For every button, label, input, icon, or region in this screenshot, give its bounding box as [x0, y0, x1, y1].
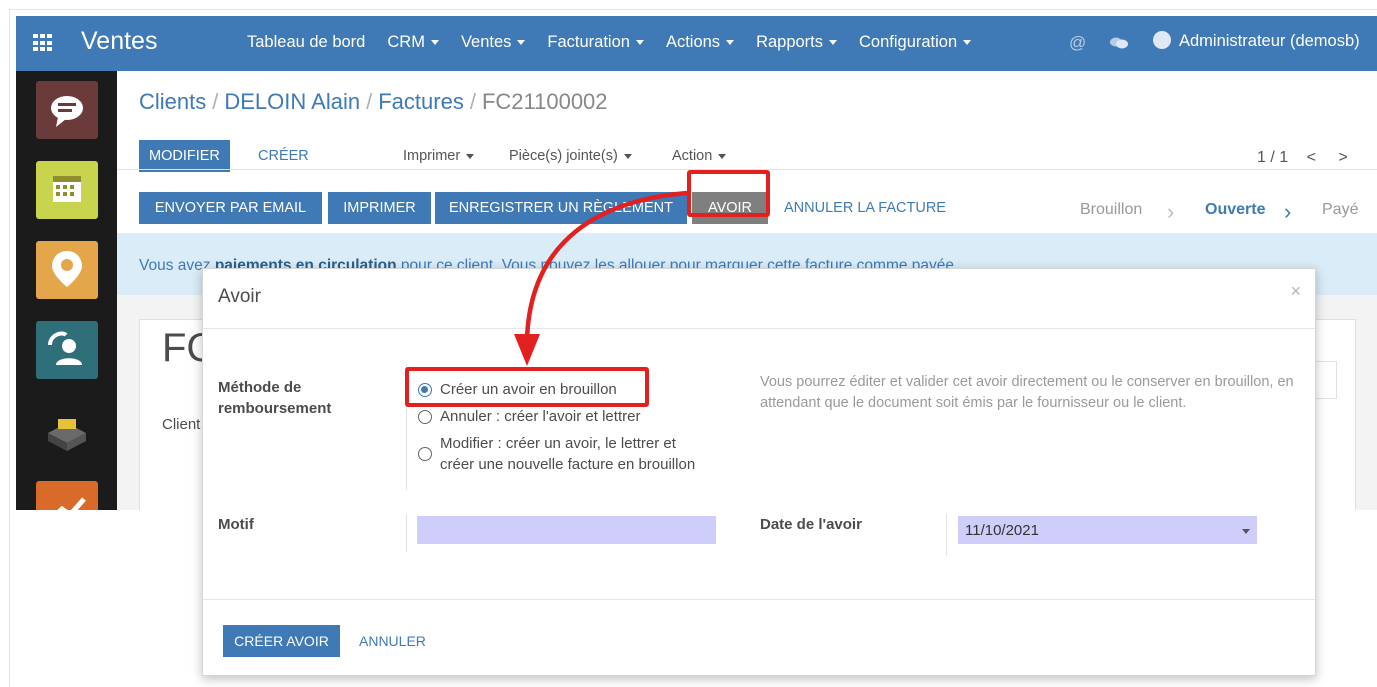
- breadcrumb: Clients / DELOIN Alain / Factures / FC21100002: [139, 89, 608, 115]
- close-icon[interactable]: ×: [1290, 281, 1301, 302]
- edit-button[interactable]: MODIFIER: [139, 140, 230, 172]
- at-mention-icon[interactable]: @: [1069, 33, 1086, 53]
- contacts-app-icon[interactable]: [36, 321, 98, 379]
- chevron-left-icon[interactable]: <: [1307, 149, 1316, 166]
- field-divider: [946, 514, 947, 556]
- register-payment-button[interactable]: ENREGISTRER UN RÈGLEMENT: [435, 192, 687, 224]
- attachments-dropdown[interactable]: Pièce(s) jointe(s): [509, 148, 632, 164]
- dialog-title: Avoir: [218, 286, 261, 307]
- radio-modify-line2: créer une nouvelle facture en brouillon: [440, 456, 696, 473]
- breadcrumb-separator: /: [366, 89, 373, 114]
- app-brand[interactable]: Ventes: [81, 27, 157, 56]
- radio-empty-icon[interactable]: [418, 447, 432, 461]
- chevron-right-icon: ›: [1167, 199, 1175, 224]
- print-dropdown[interactable]: Imprimer: [403, 148, 474, 164]
- reason-label: Motif: [218, 516, 254, 533]
- user-menu[interactable]: Administrateur (demosb): [1179, 32, 1360, 51]
- radio-modify-line1: Modifier : créer un avoir, le lettrer et: [440, 435, 676, 452]
- app-sidebar: [16, 71, 117, 510]
- credit-note-date-label: Date de l'avoir: [760, 516, 862, 533]
- menu-item-reports[interactable]: Rapports: [756, 33, 837, 52]
- top-navbar: Ventes Tableau de bord CRM Ventes Factur…: [16, 16, 1377, 71]
- radio-cancel-reconcile[interactable]: Annuler : créer l'avoir et lettrer: [418, 406, 640, 427]
- apps-grid-icon[interactable]: [33, 34, 53, 52]
- radio-modify-label: Modifier : créer un avoir, le lettrer et…: [440, 433, 695, 475]
- main-menu: Tableau de bord CRM Ventes Facturation A…: [247, 33, 971, 52]
- status-paid: Payé: [1322, 201, 1359, 218]
- menu-item-configuration[interactable]: Configuration: [859, 33, 971, 52]
- chevron-right-icon: ›: [1284, 199, 1292, 224]
- create-credit-note-button[interactable]: CRÉER AVOIR: [223, 625, 340, 657]
- inventory-app-icon[interactable]: [36, 401, 98, 459]
- credit-note-dialog: Avoir × Méthode de remboursement Créer u…: [202, 268, 1316, 676]
- create-button[interactable]: CRÉER: [258, 148, 309, 164]
- menu-item-actions[interactable]: Actions: [666, 33, 734, 52]
- breadcrumb-separator: /: [212, 89, 219, 114]
- breadcrumb-current: FC21100002: [481, 89, 608, 114]
- calendar-app-icon[interactable]: [36, 161, 98, 219]
- draft-option-highlight: [405, 367, 649, 407]
- breadcrumb-invoices[interactable]: Factures: [378, 89, 464, 114]
- status-draft: Brouillon: [1080, 201, 1143, 218]
- field-divider: [406, 514, 407, 552]
- refund-method-label: Méthode de remboursement: [218, 377, 331, 419]
- radio-modify[interactable]: Modifier : créer un avoir, le lettrer et…: [418, 433, 695, 475]
- menu-item-invoicing[interactable]: Facturation: [547, 33, 644, 52]
- location-app-icon[interactable]: [36, 241, 98, 299]
- cancel-button[interactable]: ANNULER: [359, 625, 426, 657]
- menu-item-dashboard[interactable]: Tableau de bord: [247, 33, 365, 52]
- credit-note-date-value: 11/10/2021: [965, 522, 1039, 539]
- reporting-app-icon[interactable]: [36, 481, 98, 510]
- dialog-footer-divider: [203, 599, 1315, 600]
- print-button[interactable]: IMPRIMER: [328, 192, 431, 224]
- breadcrumb-separator: /: [469, 89, 476, 114]
- client-label: Client: [162, 416, 201, 433]
- breadcrumb-customer[interactable]: DELOIN Alain: [224, 89, 360, 114]
- discuss-app-icon[interactable]: [36, 81, 98, 139]
- dialog-header: Avoir ×: [203, 269, 1315, 329]
- radio-empty-icon[interactable]: [418, 410, 432, 424]
- user-avatar-icon[interactable]: [1153, 31, 1171, 49]
- status-open: Ouverte: [1205, 201, 1266, 218]
- menu-item-sales[interactable]: Ventes: [461, 33, 525, 52]
- breadcrumb-clients[interactable]: Clients: [139, 89, 206, 114]
- refund-method-label-line1: Méthode de: [218, 379, 302, 396]
- menu-item-crm[interactable]: CRM: [387, 33, 439, 52]
- action-dropdown[interactable]: Action: [672, 148, 726, 164]
- send-email-button[interactable]: ENVOYER PAR EMAIL: [139, 192, 322, 224]
- chevron-down-icon[interactable]: [1242, 529, 1250, 534]
- refund-method-label-line2: remboursement: [218, 400, 332, 417]
- pager-value: 1 / 1: [1257, 149, 1289, 166]
- pager: 1 / 1 < >: [1257, 149, 1348, 167]
- radio-cancel-label: Annuler : créer l'avoir et lettrer: [440, 408, 641, 425]
- avoir-button-highlight: [687, 170, 770, 217]
- chat-icon[interactable]: [1109, 36, 1129, 50]
- reason-input[interactable]: [417, 516, 716, 544]
- refund-method-help: Vous pourrez éditer et valider cet avoir…: [760, 374, 1294, 411]
- chevron-right-icon[interactable]: >: [1338, 149, 1347, 166]
- cancel-invoice-button[interactable]: ANNULER LA FACTURE: [784, 200, 946, 216]
